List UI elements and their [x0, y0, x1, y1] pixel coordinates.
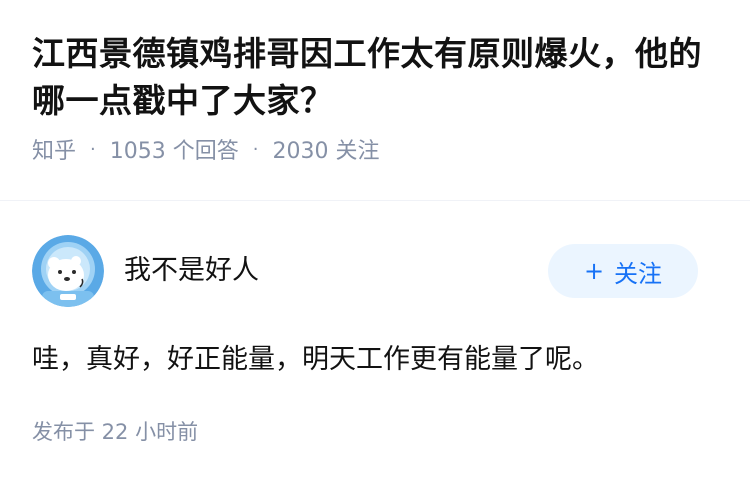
- section-divider: [0, 200, 750, 201]
- answer-card: 我不是好人 + 关注 哇，真好，好正能量，明天工作更有能量了呢。 发布于 22 …: [0, 234, 750, 446]
- follow-button-label: 关注: [614, 259, 663, 288]
- question-title[interactable]: 江西景德镇鸡排哥因工作太有原则爆火，他的哪一点戳中了大家？: [32, 30, 718, 124]
- meta-separator: ·: [90, 138, 96, 160]
- follower-count[interactable]: 2030 关注: [272, 133, 379, 165]
- polar-bear-astronaut-avatar-icon[interactable]: [32, 235, 104, 307]
- plus-icon: +: [583, 257, 605, 285]
- follow-button[interactable]: + 关注: [548, 244, 698, 298]
- author-name[interactable]: 我不是好人: [124, 248, 548, 287]
- author-row: 我不是好人 + 关注: [32, 234, 718, 308]
- answer-content[interactable]: 哇，真好，好正能量，明天工作更有能量了呢。: [32, 336, 718, 384]
- meta-separator: ·: [252, 138, 259, 160]
- answer-count[interactable]: 1053 个回答: [110, 133, 239, 165]
- question-header: 江西景德镇鸡排哥因工作太有原则爆火，他的哪一点戳中了大家？ 知乎 · 1053 …: [0, 0, 750, 170]
- source-label[interactable]: 知乎: [32, 133, 76, 165]
- publish-time: 发布于 22 小时前: [32, 420, 199, 444]
- question-meta: 知乎 · 1053 个回答 · 2030 关注: [32, 133, 718, 165]
